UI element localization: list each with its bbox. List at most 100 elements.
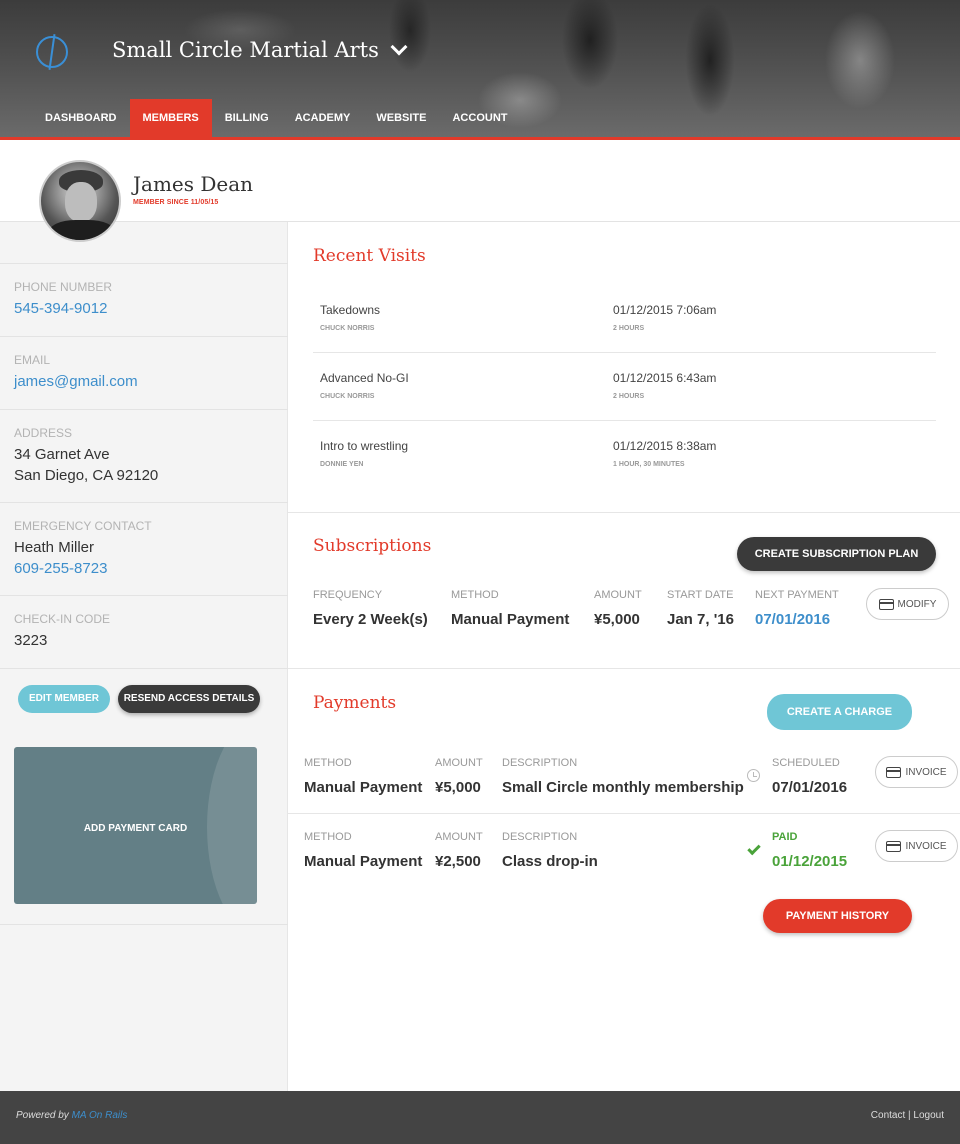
create-subscription-plan-button[interactable]: CREATE SUBSCRIPTION PLAN: [737, 537, 936, 571]
payment-method-value: Manual Payment: [304, 779, 423, 796]
payment-status-label: PAID: [772, 831, 798, 843]
payment-date-value: 07/01/2016: [772, 779, 848, 796]
start-date-label: START DATE: [667, 589, 734, 601]
payment-date-value: 01/12/2015: [772, 853, 848, 870]
visit-duration: 2 HOURS: [613, 393, 645, 400]
payment-status-label: SCHEDULED: [772, 757, 840, 769]
clock-icon: [747, 769, 760, 782]
section-divider: [288, 668, 960, 669]
visit-datetime: 01/12/2015 6:43am: [613, 371, 717, 385]
frequency-value: Every 2 Week(s): [313, 611, 428, 628]
nav-dashboard[interactable]: DASHBOARD: [32, 99, 130, 137]
address-line1: 34 Garnet Ave: [14, 446, 110, 463]
phone-block: PHONE NUMBER 545-394-9012: [0, 263, 288, 336]
emergency-label: EMERGENCY CONTACT: [14, 519, 152, 533]
powered-by: Powered by MA On Rails: [16, 1110, 127, 1121]
email-link[interactable]: james@gmail.com: [14, 371, 288, 392]
credit-card-icon: [886, 766, 902, 778]
visit-duration: 1 HOUR, 30 MINUTES: [613, 461, 685, 468]
academy-switcher[interactable]: Small Circle Martial Arts: [112, 38, 408, 62]
payment-amount-value: ¥5,000: [435, 779, 481, 796]
payment-description-label: DESCRIPTION: [502, 831, 578, 843]
payment-method-value: Manual Payment: [304, 853, 423, 870]
nav-academy[interactable]: ACADEMY: [282, 99, 364, 137]
credit-card-icon: [878, 598, 894, 610]
add-payment-card-button[interactable]: ADD PAYMENT CARD: [14, 747, 257, 904]
nav-billing[interactable]: BILLING: [212, 99, 282, 137]
address-line2: San Diego, CA 92120: [14, 467, 159, 484]
visit-instructor: CHUCK NORRIS: [320, 393, 375, 400]
chevron-down-icon: [390, 38, 408, 56]
subscriptions-title: Subscriptions: [313, 536, 432, 556]
amount-label: AMOUNT: [594, 589, 642, 601]
powered-by-label: Powered by: [16, 1110, 69, 1121]
visit-instructor: CHUCK NORRIS: [320, 325, 375, 332]
emergency-block: EMERGENCY CONTACT Heath Miller 609-255-8…: [0, 502, 288, 595]
start-date-value: Jan 7, '16: [667, 611, 734, 628]
invoice-button[interactable]: INVOICE: [875, 756, 958, 788]
member-since: MEMBER SINCE 11/05/15: [133, 199, 219, 206]
method-value: Manual Payment: [451, 611, 570, 628]
modify-label: MODIFY: [897, 598, 937, 610]
invoice-label: INVOICE: [905, 766, 947, 778]
checkin-label: CHECK-IN CODE: [14, 612, 111, 626]
section-divider: [288, 512, 960, 513]
nav-website[interactable]: WEBSITE: [363, 99, 439, 137]
emergency-phone-link[interactable]: 609-255-8723: [14, 558, 288, 579]
payment-method-label: METHOD: [304, 757, 352, 769]
app-footer: Powered by MA On Rails Contact | Logout: [0, 1091, 960, 1144]
payment-description-label: DESCRIPTION: [502, 757, 578, 769]
academy-name: Small Circle Martial Arts: [112, 38, 379, 62]
nav-account[interactable]: ACCOUNT: [439, 99, 520, 137]
powered-by-link[interactable]: MA On Rails: [72, 1110, 128, 1121]
recent-visits-title: Recent Visits: [313, 246, 426, 266]
phone-label: PHONE NUMBER: [14, 280, 113, 294]
member-name: James Dean: [133, 172, 254, 196]
visit-class: Takedowns: [320, 303, 381, 317]
footer-links[interactable]: Contact | Logout: [871, 1110, 944, 1121]
visit-class: Intro to wrestling: [320, 439, 409, 453]
logo-icon[interactable]: [36, 36, 68, 68]
frequency-label: FREQUENCY: [313, 589, 383, 601]
emergency-name: Heath Miller: [14, 539, 95, 556]
checkin-block: CHECK-IN CODE 3223: [0, 595, 288, 668]
address-label: ADDRESS: [14, 426, 73, 440]
payment-amount-label: AMOUNT: [435, 831, 483, 843]
visit-instructor: DONNIE YEN: [320, 461, 364, 468]
nav-members[interactable]: MEMBERS: [129, 99, 212, 137]
visit-class: Advanced No-GI: [320, 371, 409, 385]
resend-access-button[interactable]: RESEND ACCESS DETAILS: [118, 685, 260, 713]
visit-duration: 2 HOURS: [613, 325, 645, 332]
credit-card-icon: [886, 840, 902, 852]
address-block: ADDRESS 34 Garnet Ave San Diego, CA 9212…: [0, 409, 288, 502]
visit-datetime: 01/12/2015 8:38am: [613, 439, 717, 453]
payment-history-button[interactable]: PAYMENT HISTORY: [763, 899, 912, 933]
checkin-code: 3223: [14, 632, 48, 649]
sidebar-divider: [0, 924, 288, 925]
visit-divider: [313, 352, 936, 353]
visit-datetime: 01/12/2015 7:06am: [613, 303, 717, 317]
modify-subscription-button[interactable]: MODIFY: [866, 588, 949, 620]
add-payment-card-label: ADD PAYMENT CARD: [83, 823, 188, 834]
payment-description-value: Small Circle monthly membership: [502, 779, 744, 796]
edit-member-button[interactable]: EDIT MEMBER: [18, 685, 110, 713]
create-charge-button[interactable]: CREATE A CHARGE: [767, 694, 912, 730]
invoice-button[interactable]: INVOICE: [875, 830, 958, 862]
invoice-label: INVOICE: [905, 840, 947, 852]
payment-amount-label: AMOUNT: [435, 757, 483, 769]
avatar: [39, 160, 121, 242]
next-payment-value: 07/01/2016: [755, 611, 831, 628]
payment-amount-value: ¥2,500: [435, 853, 481, 870]
method-label: METHOD: [451, 589, 499, 601]
main-nav: DASHBOARD MEMBERS BILLING ACADEMY WEBSIT…: [32, 99, 520, 137]
email-block: EMAIL james@gmail.com: [0, 336, 288, 409]
phone-link[interactable]: 545-394-9012: [14, 298, 288, 319]
email-label: EMAIL: [14, 353, 51, 367]
payment-divider: [288, 813, 960, 814]
next-payment-label: NEXT PAYMENT: [755, 589, 839, 601]
payment-method-label: METHOD: [304, 831, 352, 843]
member-sidebar: PHONE NUMBER 545-394-9012 EMAIL james@gm…: [0, 222, 288, 1091]
payment-description-value: Class drop-in: [502, 853, 598, 870]
payments-title: Payments: [313, 693, 397, 713]
app-header: Small Circle Martial Arts DASHBOARD MEMB…: [0, 0, 960, 140]
